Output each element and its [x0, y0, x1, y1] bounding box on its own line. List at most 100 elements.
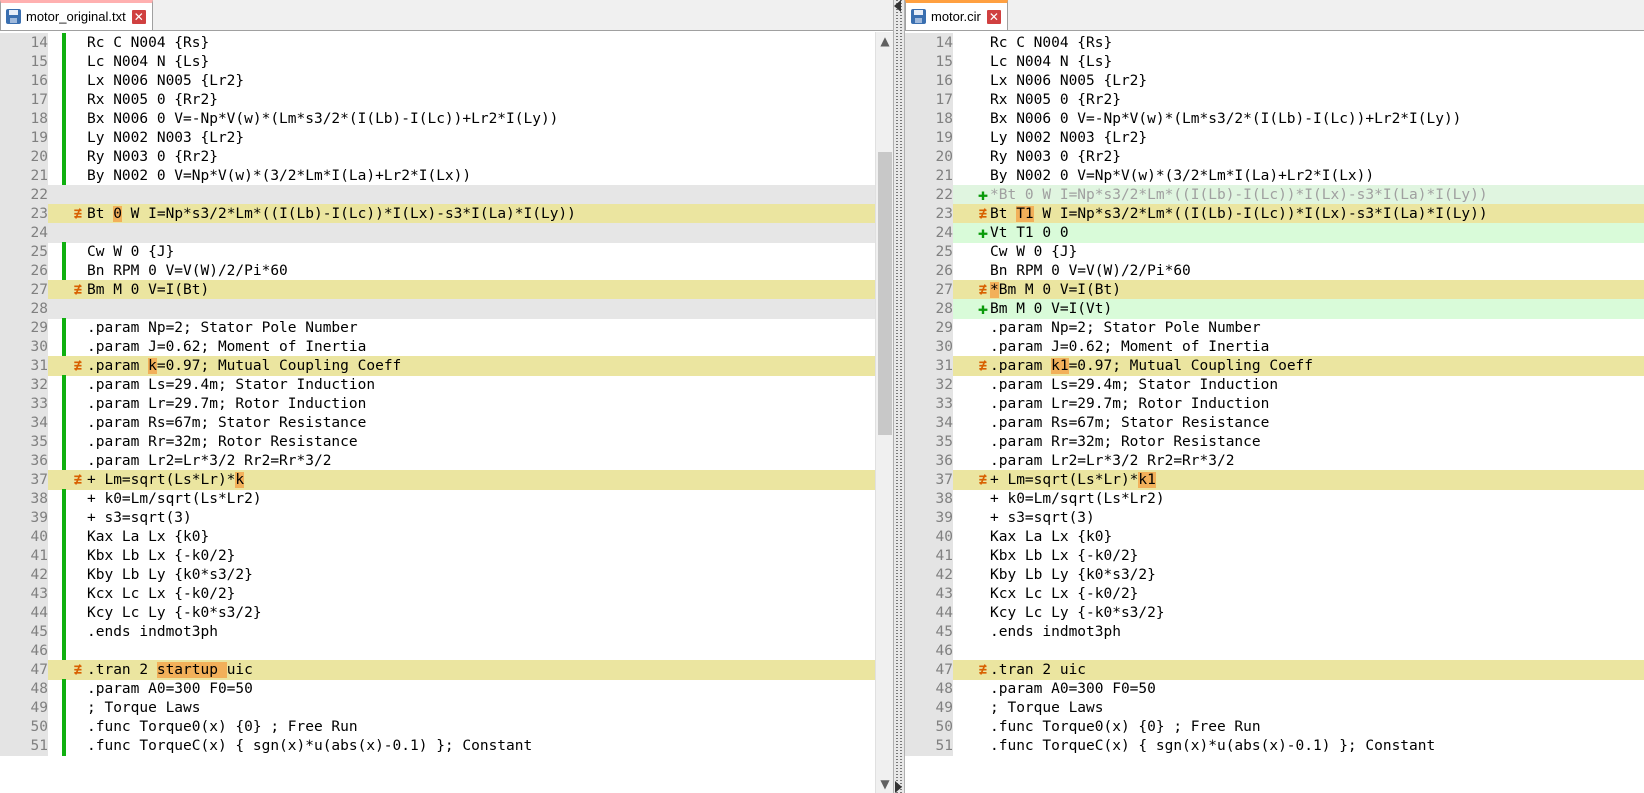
code-line[interactable]: 42 Kby Lb Ly {k0*s3/2} — [0, 565, 893, 585]
tab-motor-original[interactable]: motor_original.txt ✕ — [0, 0, 153, 30]
close-icon[interactable]: ✕ — [131, 9, 146, 24]
code-line[interactable]: 37 ≢ + Lm=sqrt(Ls*Lr)*k1 — [905, 470, 1644, 490]
code-line[interactable]: 35 .param Rr=32m; Rotor Resistance — [905, 432, 1644, 452]
scroll-down-arrow-icon[interactable]: ▼ — [876, 775, 893, 793]
code-line[interactable]: 19 Ly N002 N003 {Lr2} — [905, 128, 1644, 148]
code-line[interactable]: 45 .ends indmot3ph — [905, 622, 1644, 642]
line-number: 14 — [905, 33, 953, 53]
code-line[interactable]: 34 .param Rs=67m; Stator Resistance — [905, 413, 1644, 433]
code-line[interactable]: 43 Kcx Lc Lx {-k0/2} — [905, 584, 1644, 604]
code-line[interactable]: 27 ≢ *Bm M 0 V=I(Bt) — [905, 280, 1644, 300]
code-line[interactable]: 31 ≢ .param k1=0.97; Mutual Coupling Coeff — [905, 356, 1644, 376]
code-line[interactable]: 49 ; Torque Laws — [905, 698, 1644, 718]
code-line[interactable]: 41 Kbx Lb Lx {-k0/2} — [905, 546, 1644, 566]
code-line[interactable]: 51 .func TorqueC(x) { sgn(x)*u(abs(x)-0.1… — [0, 736, 893, 756]
code-line[interactable]: 18 Bx N006 0 V=-Np*V(w)*(Lm*s3/2*(I(Lb)-I… — [0, 109, 893, 129]
left-editor[interactable]: 14 Rc C N004 {Rs} 15 Lc N004 N {Ls} 16 Lx N00… — [0, 32, 893, 793]
code-line[interactable]: 24 — [0, 223, 893, 243]
code-line[interactable]: 28 — [0, 299, 893, 319]
code-line[interactable]: 23 ≢ Bt 0 W I=Np*s3/2*Lm*((I(Lb)-I(Lc))*I(… — [0, 204, 893, 224]
code-line[interactable]: 47 ≢ .tran 2 uic — [905, 660, 1644, 680]
code-line[interactable]: 15 Lc N004 N {Ls} — [905, 52, 1644, 72]
code-line[interactable]: 36 .param Lr2=Lr*3/2 Rr2=Rr*3/2 — [0, 451, 893, 471]
line-text: ; Torque Laws — [990, 700, 1104, 716]
code-line[interactable]: 19 Ly N002 N003 {Lr2} — [0, 128, 893, 148]
code-line[interactable]: 28 ✚ Bm M 0 V=I(Vt) — [905, 299, 1644, 319]
code-line[interactable]: 32 .param Ls=29.4m; Stator Induction — [905, 375, 1644, 395]
code-line[interactable]: 44 Kcy Lc Ly {-k0*s3/2} — [0, 603, 893, 623]
code-line[interactable]: 45 .ends indmot3ph — [0, 622, 893, 642]
code-line[interactable]: 40 Kax La Lx {k0} — [905, 527, 1644, 547]
code-line[interactable]: 26 Bn RPM 0 V=V(W)/2/Pi*60 — [905, 261, 1644, 281]
scroll-up-arrow-icon[interactable]: ▲ — [876, 32, 893, 50]
code-line[interactable]: 46 — [905, 641, 1644, 661]
code-line[interactable]: 38 + k0=Lm/sqrt(Ls*Lr2) — [0, 489, 893, 509]
code-line[interactable]: 22 ✚ *Bt 0 W I=Np*s3/2*Lm*((I(Lb)-I(Lc))*I… — [905, 185, 1644, 205]
code-line[interactable]: 21 By N002 0 V=Np*V(w)*(3/2*Lm*I(La)+Lr2*… — [905, 166, 1644, 186]
code-line[interactable]: 39 + s3=sqrt(3) — [905, 508, 1644, 528]
code-line[interactable]: 37 ≢ + Lm=sqrt(Ls*Lr)*k — [0, 470, 893, 490]
code-line[interactable]: 38 + k0=Lm/sqrt(Ls*Lr2) — [905, 489, 1644, 509]
tab-motor-cir[interactable]: motor.cir ✕ — [905, 0, 1008, 30]
text-segment: W I=Np*s3/2*Lm*((I(Lb)-I(Lc))*I(Lx)-s3*I… — [1033, 206, 1488, 222]
splitter-left-arrow-icon[interactable] — [894, 0, 901, 12]
code-line[interactable]: 35 .param Rr=32m; Rotor Resistance — [0, 432, 893, 452]
code-line[interactable]: 20 Ry N003 0 {Rr2} — [0, 147, 893, 167]
code-line[interactable]: 26 Bn RPM 0 V=V(W)/2/Pi*60 — [0, 261, 893, 281]
pane-splitter[interactable] — [893, 0, 905, 793]
code-line[interactable]: 39 + s3=sqrt(3) — [0, 508, 893, 528]
code-line[interactable]: 16 Lx N006 N005 {Lr2} — [0, 71, 893, 91]
line-text: Kcy Lc Ly {-k0*s3/2} — [990, 605, 1165, 621]
line-text: Lx N006 N005 {Lr2} — [990, 73, 1148, 89]
code-line[interactable]: 33 .param Lr=29.7m; Rotor Induction — [0, 394, 893, 414]
code-line[interactable]: 33 .param Lr=29.7m; Rotor Induction — [905, 394, 1644, 414]
code-line[interactable]: 21 By N002 0 V=Np*V(w)*(3/2*Lm*I(La)+Lr2*… — [0, 166, 893, 186]
code-line[interactable]: 29 .param Np=2; Stator Pole Number — [905, 318, 1644, 338]
code-line[interactable]: 42 Kby Lb Ly {k0*s3/2} — [905, 565, 1644, 585]
code-line[interactable]: 17 Rx N005 0 {Rr2} — [905, 90, 1644, 110]
code-line[interactable]: 49 ; Torque Laws — [0, 698, 893, 718]
splitter-right-arrow-icon[interactable] — [895, 781, 902, 793]
line-number: 21 — [905, 166, 953, 186]
code-line[interactable]: 48 .param A0=300 F0=50 — [905, 679, 1644, 699]
code-line[interactable]: 44 Kcy Lc Ly {-k0*s3/2} — [905, 603, 1644, 623]
code-line[interactable]: 24 ✚ Vt T1 0 0 — [905, 223, 1644, 243]
scroll-thumb[interactable] — [878, 152, 892, 435]
code-line[interactable]: 14 Rc C N004 {Rs} — [905, 33, 1644, 53]
code-line[interactable]: 36 .param Lr2=Lr*3/2 Rr2=Rr*3/2 — [905, 451, 1644, 471]
code-line[interactable]: 34 .param Rs=67m; Stator Resistance — [0, 413, 893, 433]
code-line[interactable]: 43 Kcx Lc Lx {-k0/2} — [0, 584, 893, 604]
code-line[interactable]: 47 ≢ .tran 2 startup uic — [0, 660, 893, 680]
line-text: Vt T1 0 0 — [990, 225, 1069, 241]
code-line[interactable]: 18 Bx N006 0 V=-Np*V(w)*(Lm*s3/2*(I(Lb)-I… — [905, 109, 1644, 129]
code-line[interactable]: 15 Lc N004 N {Ls} — [0, 52, 893, 72]
code-line[interactable]: 22 — [0, 185, 893, 205]
code-line[interactable]: 17 Rx N005 0 {Rr2} — [0, 90, 893, 110]
line-number: 41 — [905, 546, 953, 566]
code-line[interactable]: 25 Cw W 0 {J} — [0, 242, 893, 262]
code-line[interactable]: 14 Rc C N004 {Rs} — [0, 33, 893, 53]
code-line[interactable]: 29 .param Np=2; Stator Pole Number — [0, 318, 893, 338]
code-line[interactable]: 27 ≢ Bm M 0 V=I(Bt) — [0, 280, 893, 300]
code-line[interactable]: 16 Lx N006 N005 {Lr2} — [905, 71, 1644, 91]
code-line[interactable]: 30 .param J=0.62; Moment of Inertia — [905, 337, 1644, 357]
line-number: 50 — [905, 717, 953, 737]
code-line[interactable]: 23 ≢ Bt T1 W I=Np*s3/2*Lm*((I(Lb)-I(Lc))*I… — [905, 204, 1644, 224]
code-line[interactable]: 50 .func Torque0(x) {0} ; Free Run — [905, 717, 1644, 737]
close-icon[interactable]: ✕ — [986, 9, 1001, 24]
code-line[interactable]: 32 .param Ls=29.4m; Stator Induction — [0, 375, 893, 395]
code-line[interactable]: 51 .func TorqueC(x) { sgn(x)*u(abs(x)-0.1… — [905, 736, 1644, 756]
code-line[interactable]: 48 .param A0=300 F0=50 — [0, 679, 893, 699]
code-line[interactable]: 50 .func Torque0(x) {0} ; Free Run — [0, 717, 893, 737]
code-line[interactable]: 40 Kax La Lx {k0} — [0, 527, 893, 547]
code-line[interactable]: 31 ≢ .param k=0.97; Mutual Coupling Coeff — [0, 356, 893, 376]
code-line[interactable]: 20 Ry N003 0 {Rr2} — [905, 147, 1644, 167]
line-number: 37 — [905, 470, 953, 490]
code-line[interactable]: 25 Cw W 0 {J} — [905, 242, 1644, 262]
line-text: .param Lr2=Lr*3/2 Rr2=Rr*3/2 — [990, 453, 1235, 469]
code-line[interactable]: 46 — [0, 641, 893, 661]
code-line[interactable]: 41 Kbx Lb Lx {-k0/2} — [0, 546, 893, 566]
code-line[interactable]: 30 .param J=0.62; Moment of Inertia — [0, 337, 893, 357]
right-editor[interactable]: 14 Rc C N004 {Rs} 15 Lc N004 N {Ls} 16 Lx N00… — [905, 32, 1644, 793]
vertical-scrollbar[interactable]: ▲ ▼ — [875, 32, 893, 793]
